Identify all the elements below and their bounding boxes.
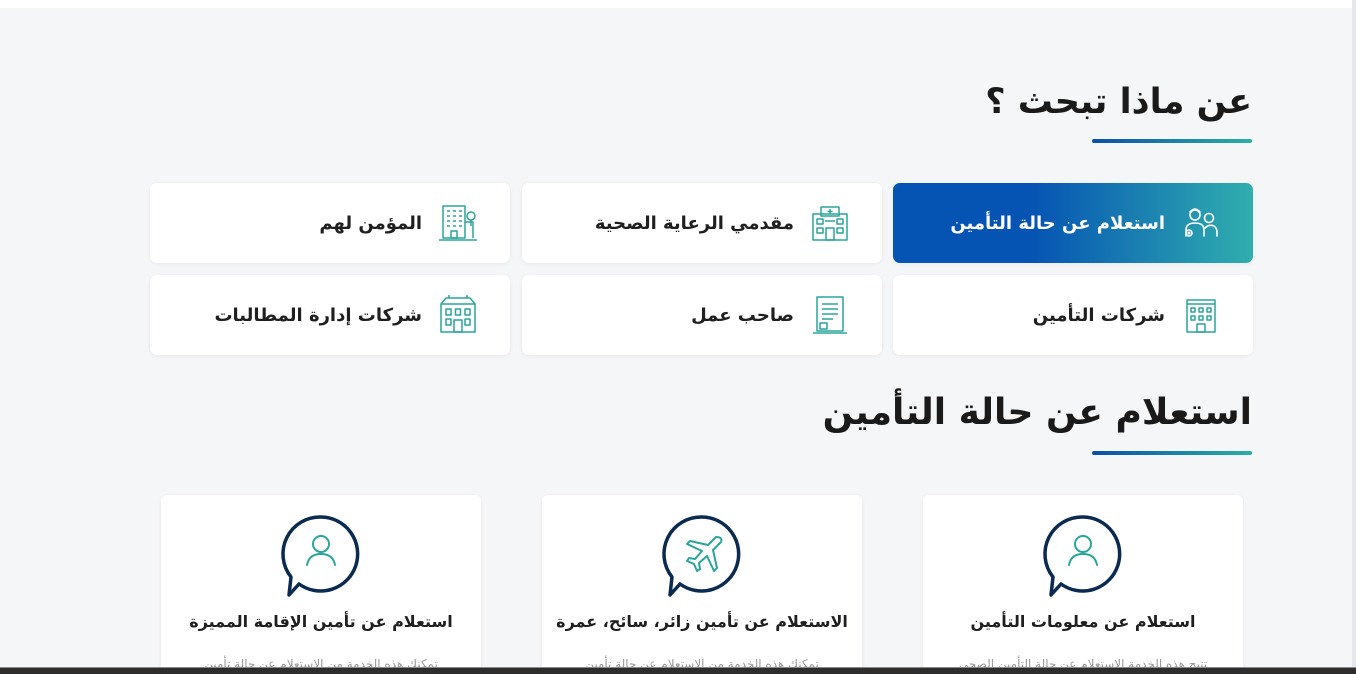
document-icon <box>808 293 852 337</box>
status-section-title: استعلام عن حالة التأمين <box>822 392 1252 433</box>
service-card-visitor-insurance[interactable]: الاستعلام عن تأمين زائر، سائح، عمرة تمكن… <box>542 495 862 674</box>
category-insurance-companies[interactable]: شركات التأمين <box>893 275 1253 355</box>
category-label: شركات إدارة المطالبات <box>214 304 422 326</box>
service-card-insurance-info[interactable]: استعلام عن معلومات التأمين تتيح هذه الخد… <box>923 495 1243 674</box>
category-insurance-status[interactable]: استعلام عن حالة التأمين <box>893 183 1253 263</box>
user-chat-icon <box>279 513 363 603</box>
building-icon <box>436 201 480 245</box>
taskbar <box>0 667 1356 674</box>
user-chat-icon <box>1041 513 1125 603</box>
status-section-underline <box>1092 451 1252 455</box>
hospital-icon <box>808 201 852 245</box>
insurance-status-icon <box>1179 201 1223 245</box>
service-title: استعلام عن تأمين الإقامة المميزة <box>189 612 453 631</box>
company-building-icon <box>436 293 480 337</box>
office-building-icon <box>1179 293 1223 337</box>
service-title: الاستعلام عن تأمين زائر، سائح، عمرة <box>556 612 848 631</box>
airplane-chat-icon <box>660 513 744 603</box>
category-label: المؤمن لهم <box>319 212 422 234</box>
category-label: صاحب عمل <box>691 304 794 326</box>
top-bar <box>0 0 1356 8</box>
search-section-underline <box>1092 139 1252 143</box>
service-title: استعلام عن معلومات التأمين <box>970 612 1196 631</box>
category-insured[interactable]: المؤمن لهم <box>150 183 510 263</box>
scrollbar-track[interactable] <box>1352 0 1356 674</box>
category-label: شركات التأمين <box>1032 304 1165 326</box>
category-label: استعلام عن حالة التأمين <box>950 212 1165 234</box>
category-employer[interactable]: صاحب عمل <box>522 275 882 355</box>
category-claims-management[interactable]: شركات إدارة المطالبات <box>150 275 510 355</box>
category-healthcare-providers[interactable]: مقدمي الرعاية الصحية <box>522 183 882 263</box>
search-section-title: عن ماذا تبحث ؟ <box>985 82 1252 122</box>
service-card-premium-residency[interactable]: استعلام عن تأمين الإقامة المميزة تمكنك ه… <box>161 495 481 674</box>
category-label: مقدمي الرعاية الصحية <box>594 212 794 234</box>
